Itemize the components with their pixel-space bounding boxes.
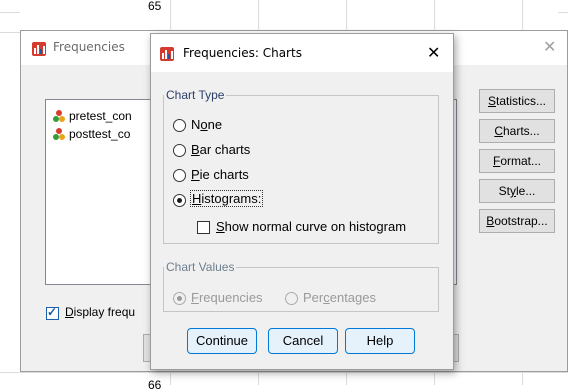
variable-name: posttest_co [69, 127, 131, 141]
display-frequency-tables-checkbox[interactable] [46, 305, 59, 320]
pie-charts-label: Pie charts [191, 167, 249, 182]
list-item[interactable]: posttest_co [52, 127, 130, 141]
scale-variable-icon [53, 110, 65, 122]
histograms-label: Histograms: [189, 190, 264, 207]
chart-type-legend: Chart Type [166, 88, 225, 102]
continue-button[interactable]: Continue [187, 328, 257, 354]
bar-charts-radio[interactable] [173, 144, 186, 157]
show-normal-curve-label: Show normal curve on histogram [216, 219, 407, 234]
scale-variable-icon [53, 128, 65, 140]
statistics-button[interactable]: Statistics... [479, 89, 555, 113]
pie-charts-radio[interactable] [173, 169, 186, 182]
variable-list[interactable]: pretest_con posttest_co [45, 99, 161, 285]
help-button[interactable]: Help [345, 328, 415, 354]
frequencies-title: Frequencies [53, 40, 125, 54]
charts-dialog: Frequencies: Charts ✕ Chart Type None Ba… [150, 33, 454, 370]
close-icon[interactable]: ✕ [427, 43, 440, 62]
none-radio[interactable] [173, 119, 186, 132]
bootstrap-button[interactable]: Bootstrap... [479, 209, 555, 233]
none-label: None [191, 117, 223, 132]
cancel-button[interactable]: Cancel [268, 328, 338, 354]
histograms-radio[interactable] [173, 194, 186, 207]
style-button[interactable]: Style... [479, 179, 555, 203]
variable-name: pretest_con [69, 109, 132, 123]
cell-value-top: 65 [148, 0, 162, 13]
spss-app-icon [32, 42, 46, 56]
frequencies-value-radio[interactable] [173, 292, 186, 305]
show-normal-curve-checkbox[interactable] [197, 221, 210, 234]
percentages-value-radio[interactable] [285, 292, 298, 305]
bar-charts-label: Bar charts [191, 142, 251, 157]
charts-dialog-title: Frequencies: Charts [183, 46, 302, 60]
close-icon[interactable]: ✕ [543, 37, 556, 56]
charts-titlebar: Frequencies: Charts ✕ [151, 34, 453, 72]
cell-value-bottom: 66 [148, 378, 162, 392]
frequencies-value-label: Frequencies [191, 290, 263, 305]
charts-button[interactable]: Charts... [479, 119, 555, 143]
format-button[interactable]: Format... [479, 149, 555, 173]
chart-values-legend: Chart Values [166, 260, 235, 274]
list-item[interactable]: pretest_con [52, 109, 132, 123]
percentages-value-label: Percentages [303, 290, 376, 305]
spss-app-icon [160, 47, 174, 61]
display-frequency-tables-label: Display frequ [65, 305, 136, 319]
